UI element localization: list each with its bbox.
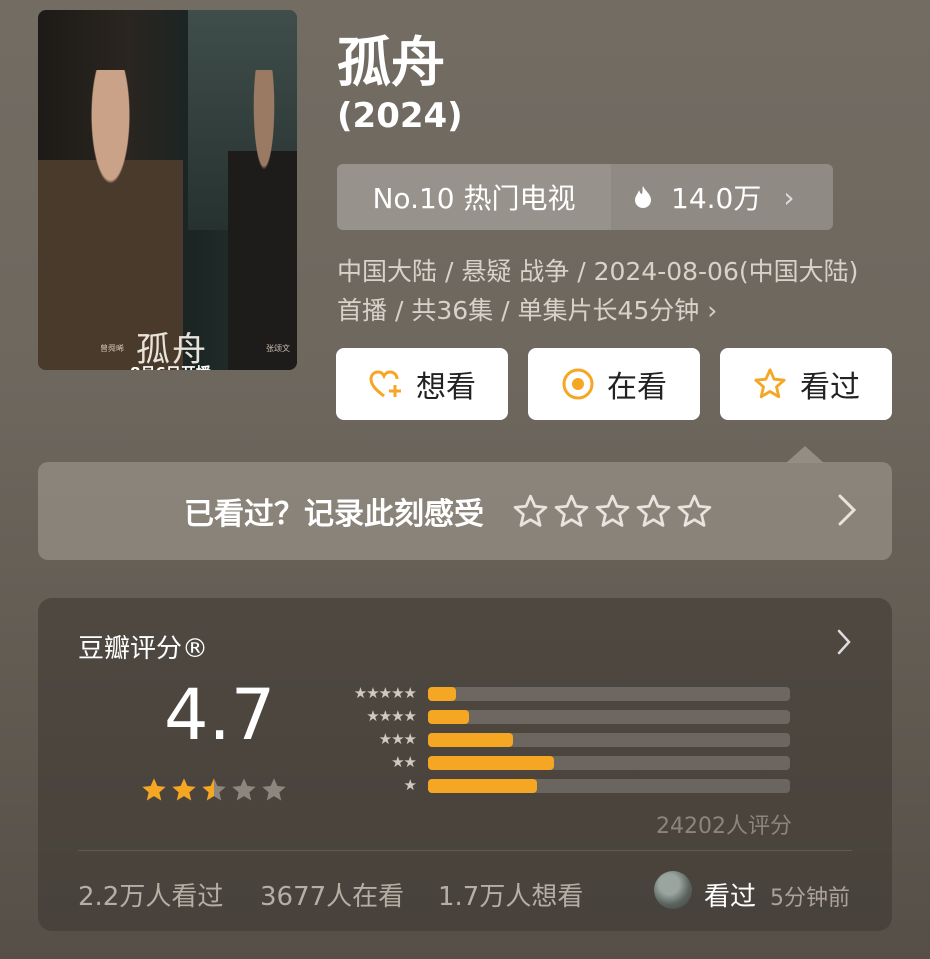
poster-date: 8月6日开播 xyxy=(130,362,211,370)
bar-fill xyxy=(428,733,514,747)
star-level-label: ★ xyxy=(403,776,417,794)
avatar[interactable] xyxy=(654,871,692,909)
chevron-right-icon: › xyxy=(707,296,718,325)
friend-action: 看过 xyxy=(704,882,757,912)
heat-indicator[interactable]: 14.0万 › xyxy=(611,164,833,230)
rating-input-stars[interactable] xyxy=(512,493,713,530)
star-icon xyxy=(202,778,226,801)
star-icon xyxy=(172,778,196,801)
flame-icon xyxy=(635,186,651,208)
star-outline-icon[interactable] xyxy=(512,493,549,530)
meta-text: 中国大陆 / 悬疑 战争 / 2024-08-06(中国大陆)首播 / 共36集… xyxy=(337,257,859,325)
star-level-label: ★★★ xyxy=(378,730,417,748)
watching-label: 在看 xyxy=(607,370,667,405)
rating-stars xyxy=(140,776,288,804)
bar-fill xyxy=(428,687,457,701)
meta-info[interactable]: 中国大陆 / 悬疑 战争 / 2024-08-06(中国大陆)首播 / 共36集… xyxy=(337,252,877,330)
douban-rating-card[interactable]: 豆瓣评分® 4.7 ★★★★★ ★★★★ ★★★ ★★ ★ 24202人评分 2.2万人… xyxy=(38,598,892,931)
star-icon xyxy=(232,778,256,801)
want-count[interactable]: 1.7万人想看 xyxy=(438,876,583,913)
page-title: 孤舟 xyxy=(337,31,445,94)
watched-button[interactable]: 看过 xyxy=(720,348,892,420)
watching-button[interactable]: 在看 xyxy=(528,348,700,420)
want-label: 想看 xyxy=(416,370,476,405)
bar-fill xyxy=(428,779,538,793)
chevron-right-icon[interactable] xyxy=(836,628,852,656)
record-feeling-bar[interactable]: 已看过？记录此刻感受 xyxy=(38,462,892,560)
star-icon xyxy=(262,778,286,801)
rank-label: No.10 热门电视 xyxy=(337,164,611,230)
rating-label: 豆瓣评分® xyxy=(78,634,209,664)
want-button[interactable]: 想看 xyxy=(336,348,508,420)
poster-cast-right: 张颂文 xyxy=(266,344,290,353)
heat-value: 14.0万 xyxy=(671,182,762,215)
star-outline-icon xyxy=(754,368,786,399)
popover-pointer xyxy=(786,446,824,463)
friend-time: 5分钟前 xyxy=(770,886,850,911)
chevron-right-icon: › xyxy=(783,180,795,214)
rating-score: 4.7 xyxy=(164,674,276,756)
star-level-label: ★★★★★ xyxy=(353,684,417,702)
star-outline-icon[interactable] xyxy=(635,493,672,530)
star-icon xyxy=(142,778,166,801)
star-level-label: ★★ xyxy=(391,753,417,771)
star-outline-icon[interactable] xyxy=(594,493,631,530)
target-icon xyxy=(562,368,594,400)
bar-track xyxy=(428,779,790,793)
chevron-right-icon[interactable] xyxy=(836,492,858,528)
watched-count[interactable]: 2.2万人看过 xyxy=(78,876,223,913)
bar-track xyxy=(428,687,790,701)
bar-track xyxy=(428,733,790,747)
watching-count[interactable]: 3677人在看 xyxy=(260,876,404,913)
bar-track xyxy=(428,756,790,770)
watched-label: 看过 xyxy=(800,370,860,405)
record-prompt: 已看过？记录此刻感受 xyxy=(184,497,484,532)
bar-fill xyxy=(428,710,469,724)
divider xyxy=(78,850,852,851)
rank-badge[interactable]: No.10 热门电视 14.0万 › xyxy=(337,164,833,230)
poster-image[interactable]: 曾舜晞 张颂文 孤舟 8月6日开播 xyxy=(38,10,297,370)
star-outline-icon[interactable] xyxy=(553,493,590,530)
rating-count: 24202人评分 xyxy=(656,814,792,839)
bar-fill xyxy=(428,756,554,770)
poster-figure-right xyxy=(228,70,297,370)
release-year: (2024) xyxy=(337,96,463,136)
bar-track xyxy=(428,710,790,724)
star-level-label: ★★★★ xyxy=(366,707,417,725)
star-outline-icon[interactable] xyxy=(676,493,713,530)
poster-cast-left: 曾舜晞 xyxy=(100,344,124,353)
heart-plus-icon xyxy=(369,370,401,398)
